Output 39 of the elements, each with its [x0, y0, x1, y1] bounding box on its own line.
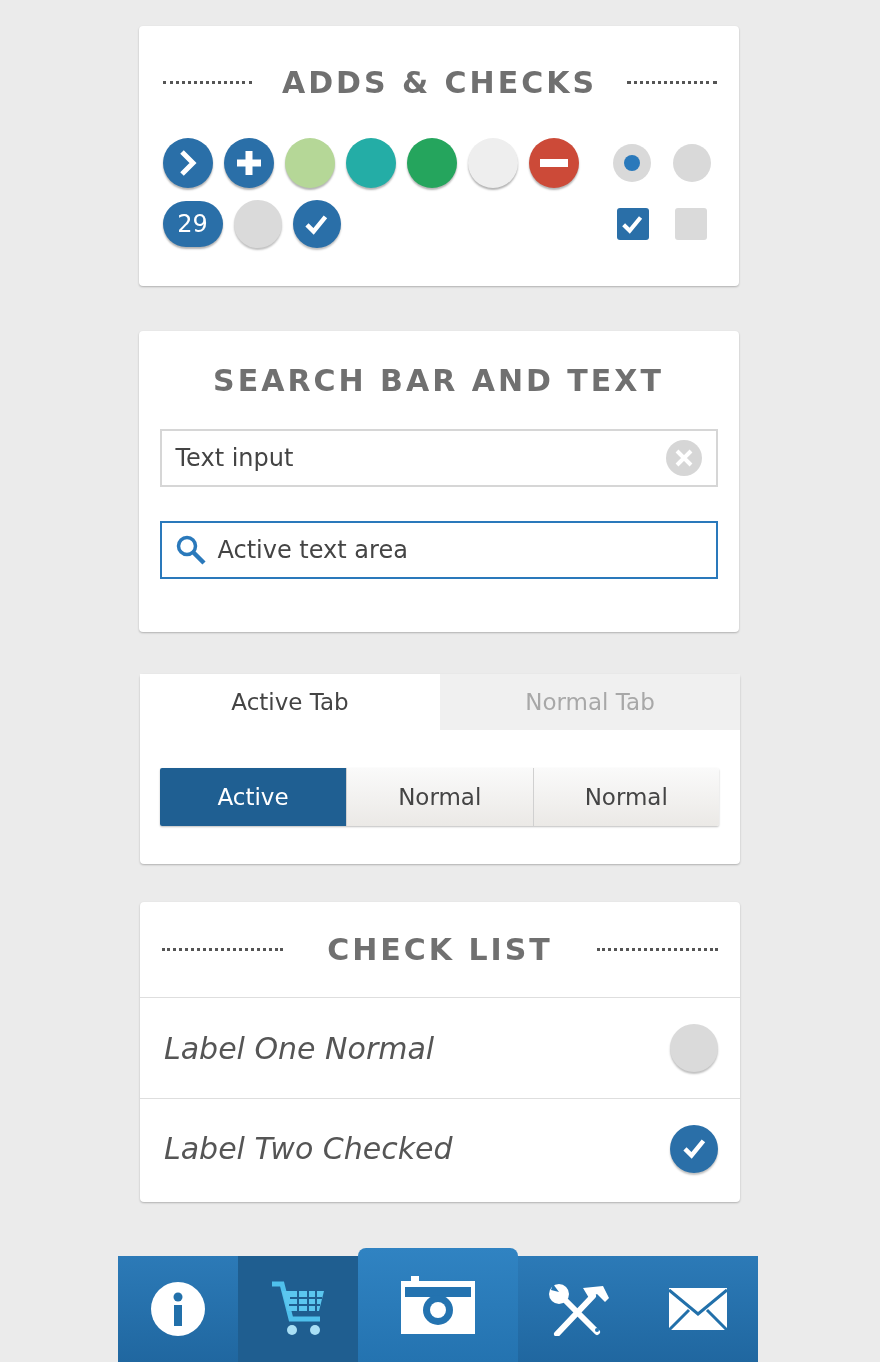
segment-button[interactable]: Normal	[532, 768, 719, 826]
round-button[interactable]	[406, 138, 457, 188]
tab-bar-button[interactable]	[358, 1248, 518, 1362]
info-icon	[151, 1282, 205, 1336]
section-title: CHECK LIST	[327, 932, 553, 967]
tab-bar-button[interactable]	[238, 1256, 358, 1362]
radio-button[interactable]	[612, 144, 651, 182]
tab-bar-button[interactable]	[518, 1256, 638, 1362]
section-title: ADDS & CHECKS	[281, 64, 598, 100]
round-button[interactable]	[528, 138, 579, 188]
checkbox[interactable]	[674, 208, 707, 240]
checkbox[interactable]	[616, 208, 649, 240]
segment-button[interactable]: Active	[160, 768, 346, 826]
round-checkbox[interactable]	[292, 200, 341, 248]
count-badge: 29	[162, 201, 223, 247]
round-checkbox[interactable]	[670, 1024, 718, 1072]
tools-icon	[547, 1282, 609, 1336]
segment-button[interactable]: Normal	[346, 768, 533, 826]
section-title: SEARCH BAR AND TEXT	[213, 362, 664, 398]
mail-icon	[669, 1288, 727, 1330]
search-icon	[175, 535, 206, 565]
chevron-right-icon	[178, 150, 197, 176]
round-button[interactable]	[223, 138, 274, 188]
round-button[interactable]	[162, 138, 213, 188]
search-field[interactable]: Active text area	[159, 521, 718, 579]
cart-icon	[270, 1281, 326, 1337]
plus-icon	[234, 149, 263, 177]
tab-bar-button[interactable]	[638, 1256, 758, 1362]
radio-button[interactable]	[672, 144, 711, 182]
round-checkbox[interactable]	[670, 1124, 718, 1173]
item-label: Label Two Checked	[164, 1131, 453, 1166]
item-label: Label One Normal	[164, 1030, 435, 1066]
round-button[interactable]	[345, 138, 396, 188]
minus-icon	[539, 159, 568, 167]
tab[interactable]: Active Tab	[140, 674, 440, 730]
tab-bar-button[interactable]	[118, 1256, 238, 1362]
camera-icon	[401, 1276, 475, 1334]
round-checkbox[interactable]	[233, 200, 282, 248]
text-input-field[interactable]: Text input	[159, 429, 718, 487]
